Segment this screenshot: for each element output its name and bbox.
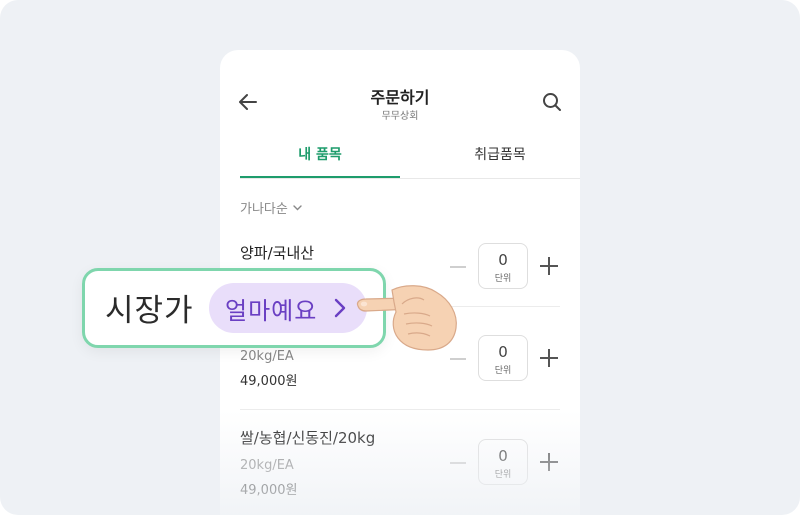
quantity-value: 0 bbox=[498, 343, 508, 361]
chevron-right-icon bbox=[334, 298, 346, 318]
sort-label: 가나다순 bbox=[240, 202, 288, 217]
quantity-field[interactable]: 0 단위 bbox=[478, 439, 528, 485]
quantity-stepper: 0 단위 bbox=[450, 335, 570, 383]
quantity-stepper: 0 단위 bbox=[450, 439, 570, 487]
page-title: 주문하기 bbox=[370, 88, 430, 107]
plus-button[interactable] bbox=[540, 349, 558, 367]
quantity-stepper: 0 단위 bbox=[450, 243, 570, 291]
chevron-down-icon bbox=[293, 204, 302, 210]
callout-label: 시장가 bbox=[105, 293, 194, 329]
store-name: 무무상회 bbox=[381, 111, 419, 122]
quantity-value: 0 bbox=[498, 251, 508, 269]
tab-my-items[interactable]: 내 품목 bbox=[240, 140, 400, 178]
search-button[interactable] bbox=[540, 90, 564, 114]
divider bbox=[240, 409, 560, 410]
market-price-callout: 시장가 얼마예요 bbox=[82, 268, 386, 348]
minus-button[interactable] bbox=[450, 266, 466, 268]
plus-button[interactable] bbox=[540, 453, 558, 471]
plus-button[interactable] bbox=[540, 257, 558, 275]
quantity-field[interactable]: 0 단위 bbox=[478, 243, 528, 289]
background-canvas: 주문하기 무무상회 내 품목 취급품목 가나다순 양파/국내산 0 단위 20k… bbox=[0, 0, 800, 515]
quantity-unit: 단위 bbox=[494, 274, 512, 284]
pointing-hand-icon bbox=[356, 285, 457, 351]
tab-handled-items[interactable]: 취급품목 bbox=[420, 140, 580, 178]
quantity-unit: 단위 bbox=[494, 470, 512, 480]
quantity-value: 0 bbox=[498, 447, 508, 465]
tab-bar: 내 품목 취급품목 bbox=[240, 140, 580, 179]
quantity-field[interactable]: 0 단위 bbox=[478, 335, 528, 381]
quantity-unit: 단위 bbox=[494, 366, 512, 376]
search-icon bbox=[543, 93, 561, 111]
sort-dropdown[interactable]: 가나다순 bbox=[240, 198, 302, 217]
how-much-button[interactable]: 얼마예요 bbox=[209, 283, 367, 333]
minus-button[interactable] bbox=[450, 462, 466, 464]
minus-button[interactable] bbox=[450, 358, 466, 360]
how-much-label: 얼마예요 bbox=[225, 296, 318, 325]
